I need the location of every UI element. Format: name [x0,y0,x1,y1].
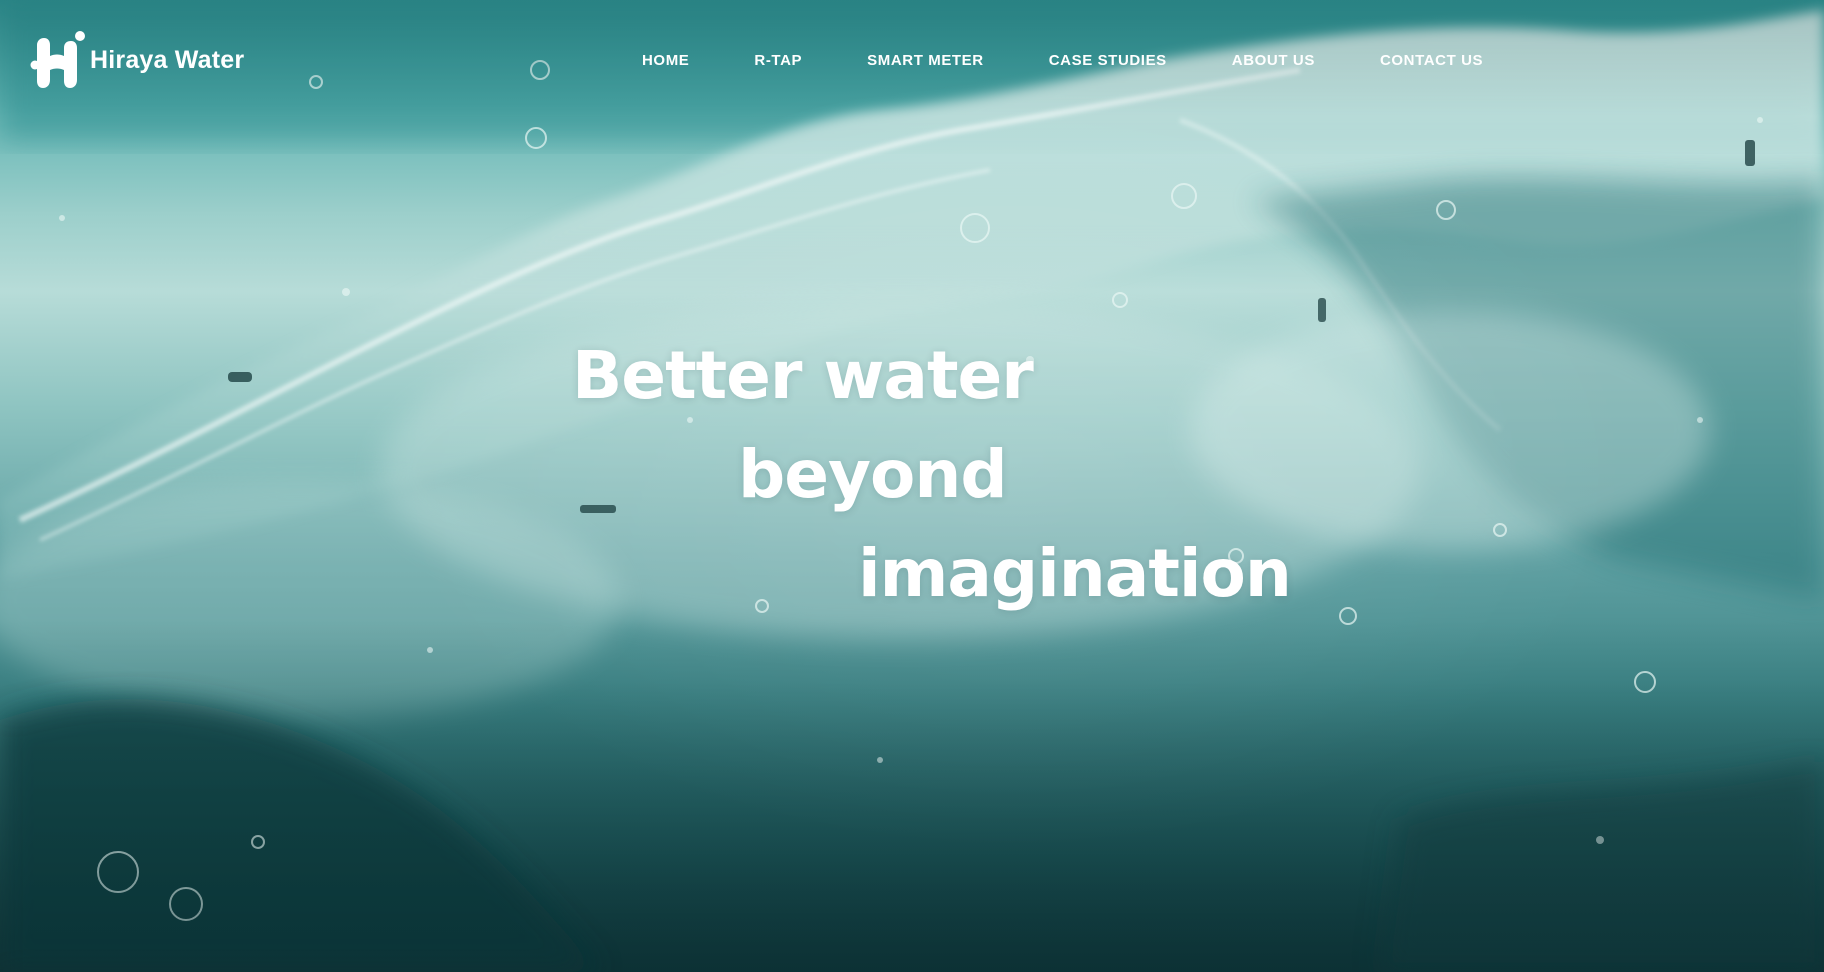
nav-contact-us-link[interactable]: CONTACT US [1380,50,1483,72]
nav-case-studies-link[interactable]: CASE STUDIES [1049,50,1167,72]
hero-background-image [0,0,1824,972]
brand-name: Hiraya Water [90,45,245,74]
nav-about-us-link[interactable]: ABOUT US [1232,50,1315,72]
brand-logo-link[interactable]: Hiraya Water [30,30,244,90]
nav-home-link[interactable]: HOME [642,50,689,72]
hiraya-h-logo-icon [30,31,85,88]
nav-r-tap-link[interactable]: R-TAP [754,50,802,72]
site-header: Hiraya Water HOME R-TAP SMART METER CASE… [0,0,1824,120]
background-vignette [0,0,1824,972]
nav-smart-meter-link[interactable]: SMART METER [867,50,984,72]
main-navigation: HOME R-TAP SMART METER CASE STUDIES ABOU… [642,50,1483,72]
